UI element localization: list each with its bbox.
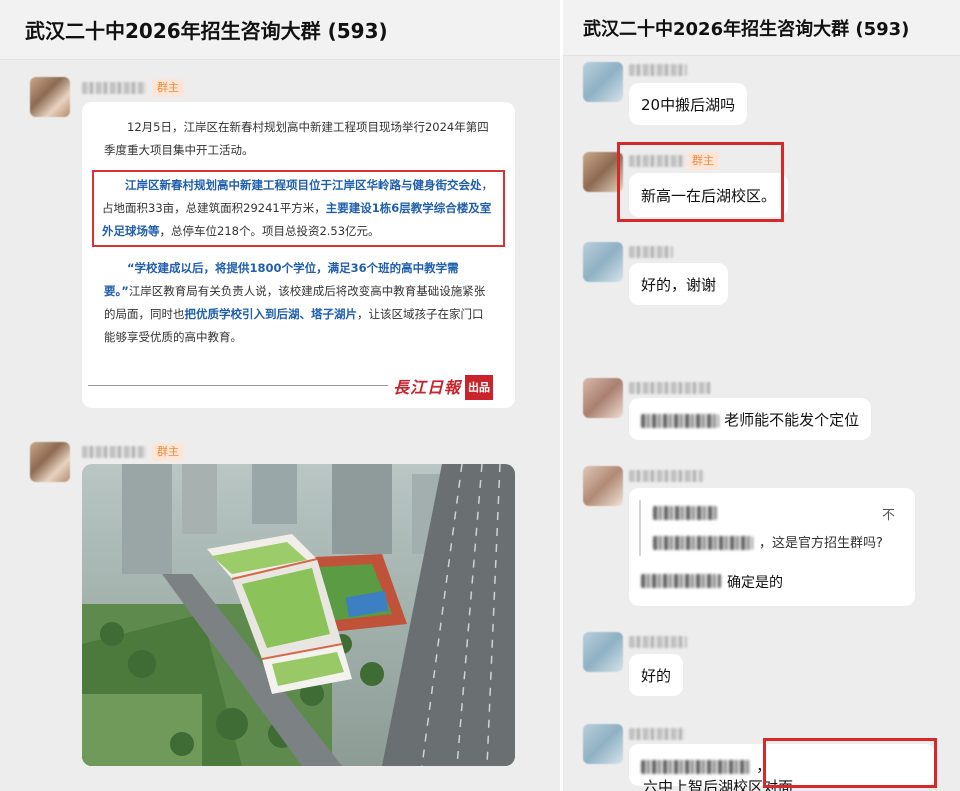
sender-name: [82, 446, 146, 458]
message-bubble[interactable]: 20中搬后湖吗: [629, 83, 748, 125]
logo-text: 長江日報: [392, 378, 461, 397]
message-text: 确定是的: [727, 575, 783, 591]
sender-name: [629, 636, 687, 648]
right-chat-panel: 武汉二十中2026年招生咨询大群 (593) 20中搬后湖吗 群主 新高一在后湖…: [563, 0, 960, 791]
divider: [88, 385, 388, 386]
highlight-frame: 江岸区新春村规划高中新建工程项目位于江岸区华岭路与健身街交会处，占地面积33亩，…: [92, 170, 505, 247]
sender-name: [629, 64, 687, 76]
school-rendering-photo[interactable]: [82, 464, 515, 766]
quote-text: ，这是官方招生群吗?: [759, 536, 883, 551]
article-text: ，总停车位218个。项目总投资2.53亿元。: [159, 224, 380, 238]
chat-header: 武汉二十中2026年招生咨询大群 (593): [0, 0, 560, 60]
article-paragraph: “学校建成以后，将提供1800个学位，满足36个班的高中教学需要。”江岸区教育局…: [104, 257, 493, 349]
changjiang-daily-logo: 長江日報 出品: [393, 375, 493, 400]
message-text: 好的: [641, 667, 672, 685]
left-chat-panel: 武汉二十中2026年招生咨询大群 (593) 群主 12月5日，江岸区在新春村规…: [0, 0, 560, 791]
chat-title: 武汉二十中2026年招生咨询大群 (593): [25, 19, 388, 43]
school-rendering-image: [82, 464, 515, 766]
avatar[interactable]: [583, 724, 623, 764]
avatar[interactable]: [583, 632, 623, 672]
avatar[interactable]: [583, 242, 623, 282]
blurred-mention: [641, 759, 751, 774]
quoted-sender: [653, 506, 717, 520]
chat-header: 武汉二十中2026年招生咨询大群 (593): [563, 0, 960, 56]
quote-close-icon[interactable]: 不: [882, 504, 895, 523]
sender-name: [629, 246, 673, 258]
sender-name: [629, 382, 711, 394]
avatar[interactable]: [583, 62, 623, 102]
article-paragraph: 江岸区新春村规划高中新建工程项目位于江岸区华岭路与健身街交会处，占地面积33亩，…: [102, 174, 495, 243]
owner-badge: 群主: [152, 79, 184, 97]
sender-name: [82, 82, 146, 94]
avatar[interactable]: [583, 378, 623, 418]
message-bubble[interactable]: 好的，谢谢: [629, 263, 729, 305]
owner-badge: 群主: [152, 443, 184, 461]
sender-name: [629, 728, 685, 740]
message-bubble[interactable]: 老师能不能发个定位: [629, 398, 872, 440]
chat-title: 武汉二十中2026年招生咨询大群 (593): [583, 18, 910, 40]
quoted-mention: [653, 536, 753, 550]
blurred-mention: [641, 574, 721, 588]
quote-block: 不 ，这是官方招生群吗?: [639, 500, 903, 556]
article-card[interactable]: 12月5日，江岸区在新春村规划高中新建工程项目现场举行2024年第四季度重大项目…: [82, 102, 515, 408]
highlight-text: 把优质学校引入到后湖、塔子湖片: [184, 307, 358, 321]
message-text: 20中搬后湖吗: [641, 96, 736, 114]
message-bubble[interactable]: 好的: [629, 654, 684, 696]
sender-name: [629, 470, 703, 482]
message-text: 好的，谢谢: [641, 276, 717, 294]
quote-message-bubble[interactable]: 不 ，这是官方招生群吗? 确定是的: [629, 488, 915, 606]
highlight-text: 江岸区新春村规划高中新建工程项目位于江岸区华岭路与健身街交会处: [125, 178, 482, 192]
message-text: 老师能不能发个定位: [724, 411, 860, 429]
highlight-box: [617, 142, 784, 222]
avatar[interactable]: [583, 466, 623, 506]
article-paragraph: 12月5日，江岸区在新春村规划高中新建工程项目现场举行2024年第四季度重大项目…: [104, 120, 489, 157]
avatar[interactable]: [30, 77, 70, 117]
logo-box: 出品: [465, 375, 493, 400]
avatar[interactable]: [30, 442, 70, 482]
highlight-box: [763, 738, 937, 788]
blurred-mention: [641, 413, 719, 428]
